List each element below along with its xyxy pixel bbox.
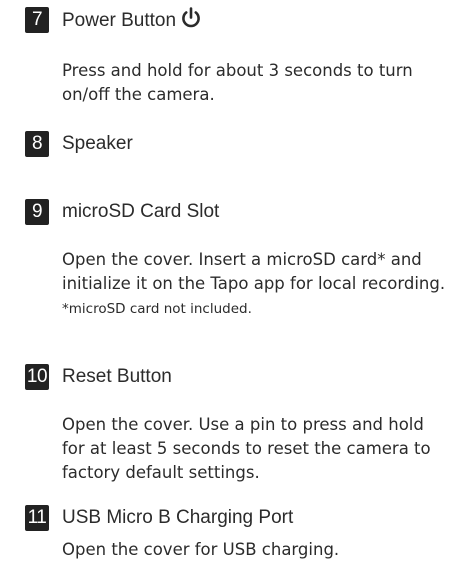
item-title: Power Button: [62, 7, 202, 37]
item-title: Speaker: [62, 133, 133, 154]
item-number-badge: 9: [25, 199, 49, 225]
item-description: Press and hold for about 3 seconds to tu…: [62, 61, 413, 104]
item-number-badge: 11: [25, 505, 49, 531]
item-description: Open the cover for USB charging.: [62, 540, 340, 559]
item-title: Reset Button: [62, 366, 172, 387]
item-number-badge: 7: [25, 7, 49, 33]
item-description: Open the cover. Use a pin to press and h…: [62, 415, 431, 482]
item-number-badge: 10: [25, 364, 49, 390]
power-icon: [180, 7, 202, 37]
item-title: USB Micro B Charging Port: [62, 507, 294, 528]
item-title-text: Power Button: [62, 10, 177, 31]
item-title: microSD Card Slot: [62, 201, 220, 222]
item-number-badge: 8: [25, 131, 49, 157]
item-description-text: Open the cover. Insert a microSD card* a…: [62, 250, 446, 293]
item-description: Open the cover. Insert a microSD card* a…: [62, 248, 447, 320]
item-footnote: *microSD card not included.: [62, 301, 252, 317]
